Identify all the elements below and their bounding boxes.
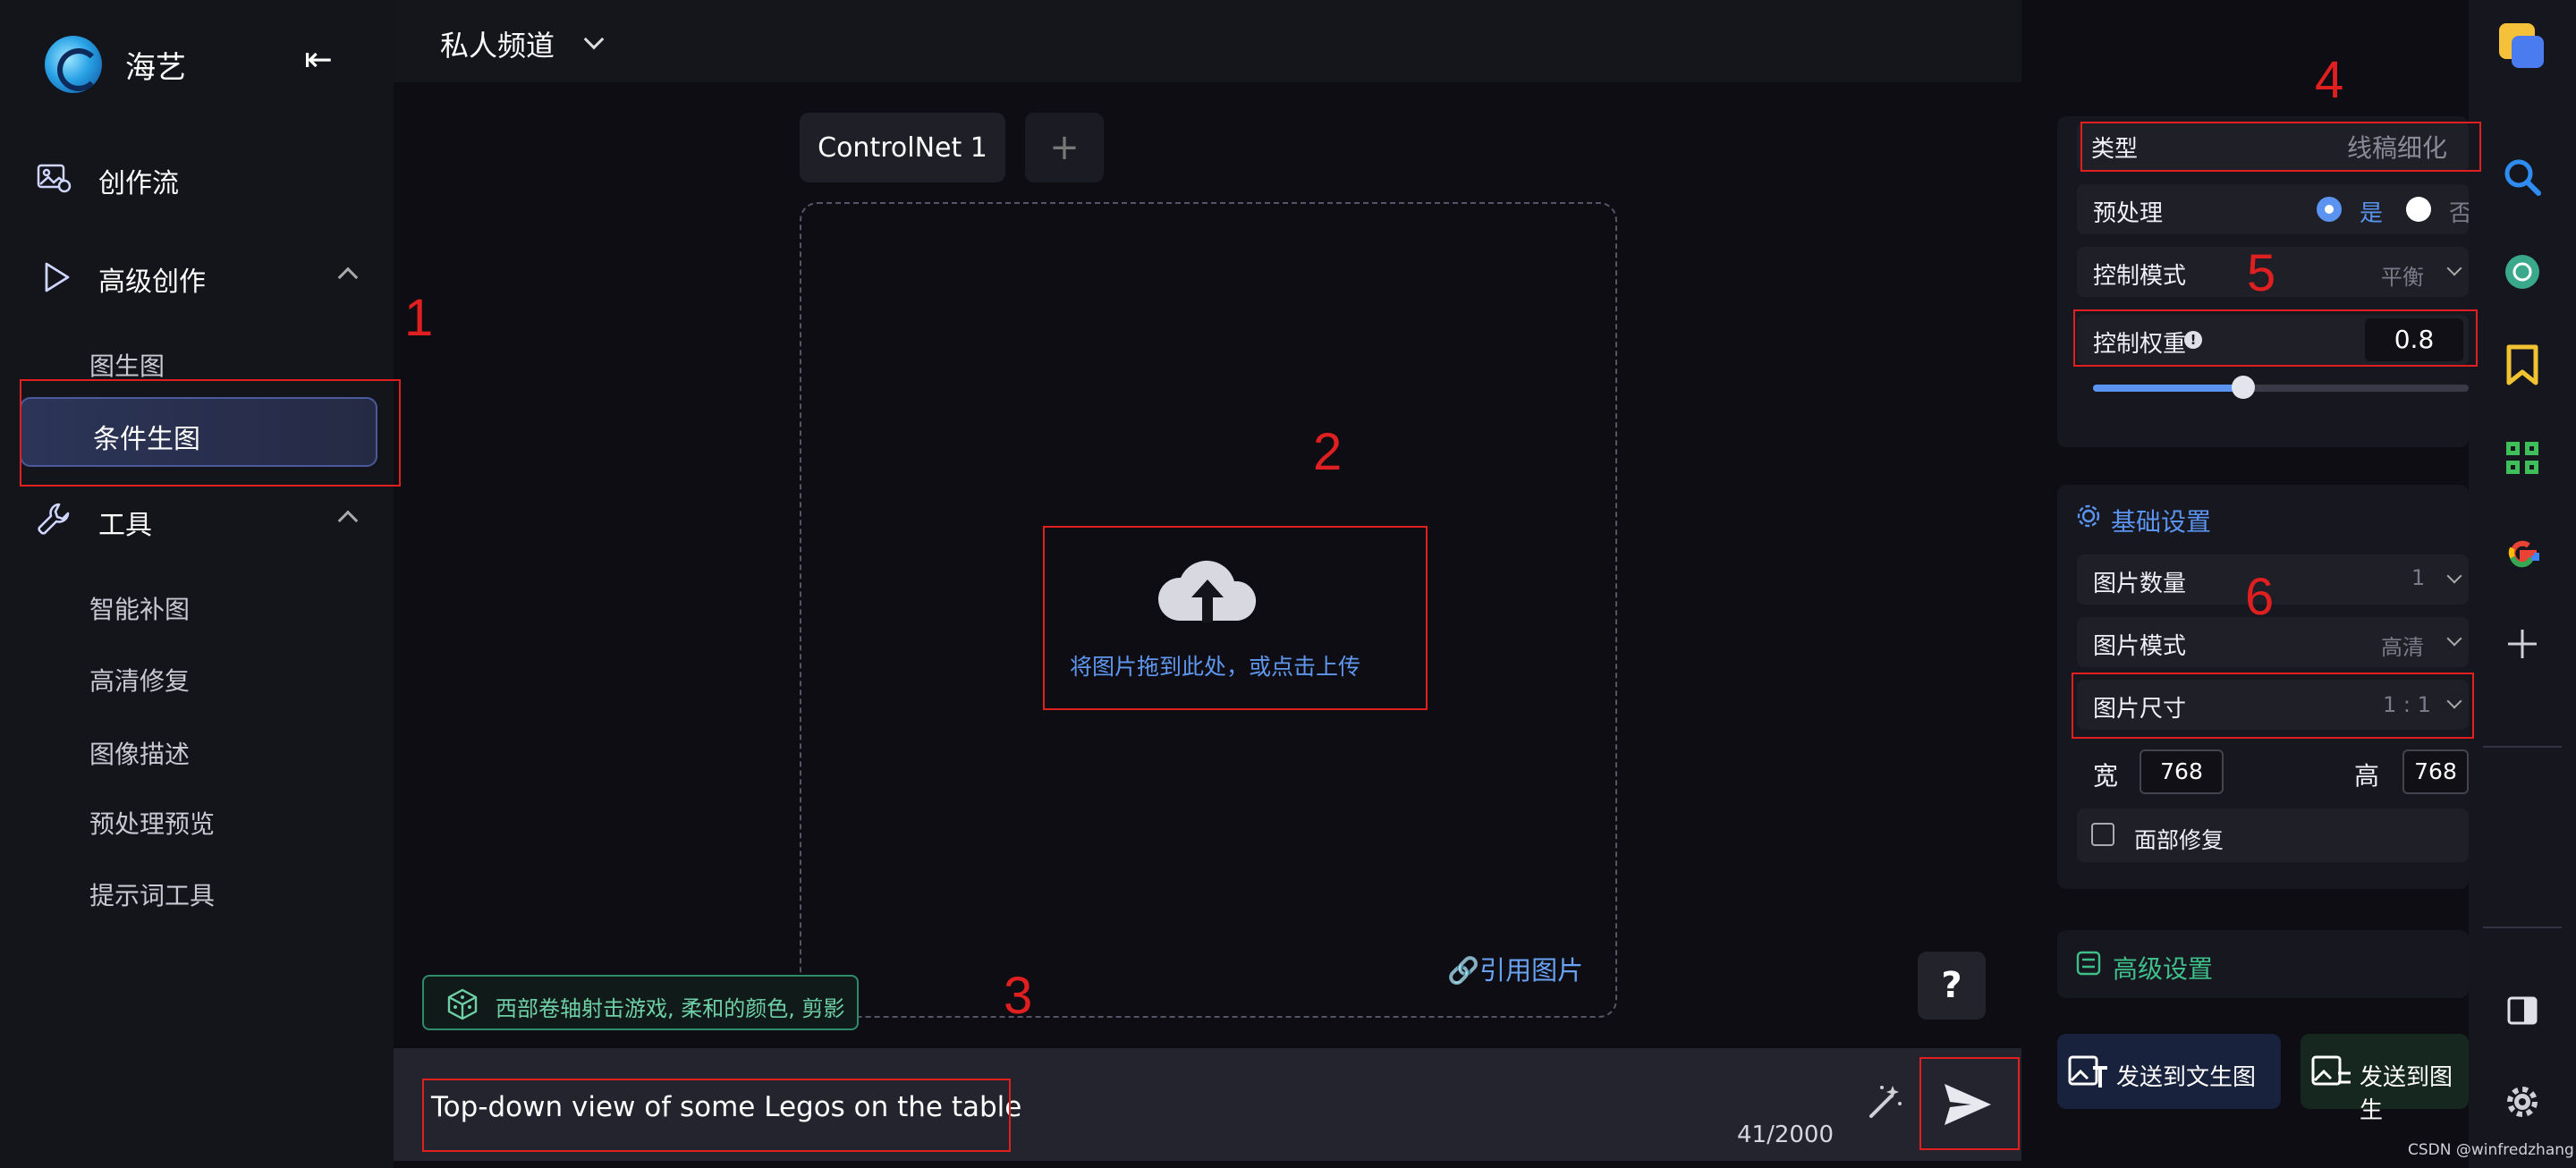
chatgpt-icon[interactable]: [2503, 252, 2542, 292]
dice-icon: [447, 988, 478, 1020]
width-label: 宽: [2093, 761, 2119, 791]
image-mode-value: 高清: [2381, 635, 2424, 660]
sidebar-item-img2img[interactable]: 图生图: [89, 347, 165, 383]
height-input[interactable]: 768: [2402, 749, 2469, 794]
apps-grid-icon[interactable]: [2504, 440, 2540, 476]
gear-icon: [2077, 504, 2100, 528]
notes-app-icon[interactable]: [2499, 23, 2544, 68]
control-mode-label: 控制模式: [2093, 263, 2187, 290]
width-input[interactable]: 768: [2140, 749, 2224, 794]
reference-image-label: 引用图片: [1479, 955, 1584, 986]
sidebar-section-tools[interactable]: 工具: [98, 503, 152, 542]
top-bar: [394, 0, 2021, 82]
image-count-value: 1: [2411, 565, 2426, 590]
suggestion-text: 西部卷轴射击游戏, 柔和的颜色, 剪影: [496, 996, 845, 1021]
weight-slider-fill: [2093, 385, 2243, 392]
sliders-icon: [2076, 951, 2101, 976]
search-icon[interactable]: [2503, 157, 2542, 197]
tab-controlnet-1[interactable]: ControlNet 1: [800, 113, 1005, 182]
image-mode-label: 图片模式: [2093, 633, 2187, 660]
height-label: 高: [2354, 761, 2380, 791]
magic-wand-icon[interactable]: [1866, 1082, 1905, 1121]
sidebar-item-upscale[interactable]: 高清修复: [89, 662, 190, 698]
annotation-box-2: [1043, 526, 1428, 710]
annotation-box-6: [2072, 673, 2474, 739]
wrench-icon: [38, 503, 70, 535]
annotation-label-2: 2: [1313, 423, 1343, 481]
control-mode-value: 平衡: [2381, 265, 2424, 290]
image-swap-icon: [2311, 1055, 2351, 1086]
send-to-img2img-button[interactable]: 发送到图生: [2301, 1034, 2469, 1124]
sidebar-item-preprocess-preview[interactable]: 预处理预览: [89, 805, 215, 841]
annotation-label-6: 6: [2245, 568, 2275, 626]
sidebar-section-advanced[interactable]: 高级创作: [98, 259, 206, 299]
channel-selector[interactable]: 私人频道: [440, 23, 555, 64]
sidebar-item-workflow[interactable]: 创作流: [98, 161, 179, 200]
sidebar-item-inpaint[interactable]: 智能补图: [89, 590, 190, 626]
google-icon[interactable]: [2503, 533, 2542, 572]
annotation-label-4: 4: [2315, 51, 2344, 109]
annotation-box-4: [2080, 122, 2481, 172]
annotation-box-1: [20, 379, 401, 487]
face-fix-checkbox[interactable]: [2091, 823, 2114, 846]
radio-yes-label: 是: [2360, 200, 2384, 227]
basic-settings-title[interactable]: 基础设置: [2111, 503, 2211, 538]
send-to-txt2img-button[interactable]: 发送到文生图: [2057, 1034, 2281, 1109]
sidebar-toggle-icon[interactable]: [2506, 994, 2538, 1027]
help-button[interactable]: ?: [1918, 952, 1986, 1020]
annotation-box-send: [1919, 1057, 2020, 1150]
toolbar-divider: [2483, 746, 2562, 748]
image-count-label: 图片数量: [2093, 571, 2187, 597]
brand-name: 海艺: [125, 50, 186, 86]
annotation-label-5: 5: [2247, 244, 2276, 302]
annotation-box-3: [422, 1079, 1011, 1152]
settings-gear-icon[interactable]: [2503, 1082, 2542, 1121]
sidebar-item-prompt-tools[interactable]: 提示词工具: [89, 876, 215, 912]
image-edit-icon: [37, 164, 72, 193]
preprocess-label: 预处理: [2093, 200, 2164, 227]
add-icon[interactable]: [2506, 628, 2538, 660]
logo-icon: [45, 36, 102, 93]
annotation-label-1: 1: [404, 289, 434, 347]
send-to-txt2img-label: 发送到文生图: [2116, 1064, 2257, 1091]
weight-slider-handle[interactable]: [2232, 376, 2255, 399]
face-fix-label: 面部修复: [2134, 827, 2224, 853]
send-to-img2img-label: 发送到图生: [2360, 1064, 2453, 1124]
prompt-suggestion-chip[interactable]: 西部卷轴射击游戏, 柔和的颜色, 剪影: [422, 975, 859, 1030]
play-icon: [45, 262, 70, 292]
add-tab-button[interactable]: +: [1025, 113, 1104, 182]
link-icon: 🔗: [1447, 955, 1480, 986]
advanced-settings-title[interactable]: 高级设置: [2113, 950, 2213, 986]
annotation-box-5: [2073, 309, 2478, 367]
radio-yes[interactable]: [2317, 197, 2342, 222]
watermark: CSDN @winfredzhang: [2408, 1141, 2574, 1159]
toolbar-divider: [2483, 927, 2562, 928]
image-text-icon: [2068, 1055, 2107, 1088]
annotation-label-3: 3: [1004, 967, 1033, 1025]
char-counter: 41/2000: [1737, 1121, 1835, 1148]
bookmark-icon[interactable]: [2504, 343, 2540, 386]
reference-image-link[interactable]: 🔗引用图片: [1447, 950, 1583, 987]
radio-no[interactable]: [2406, 197, 2431, 222]
sidebar-item-describe[interactable]: 图像描述: [89, 735, 190, 771]
collapse-left-icon[interactable]: ⇤: [304, 39, 333, 79]
